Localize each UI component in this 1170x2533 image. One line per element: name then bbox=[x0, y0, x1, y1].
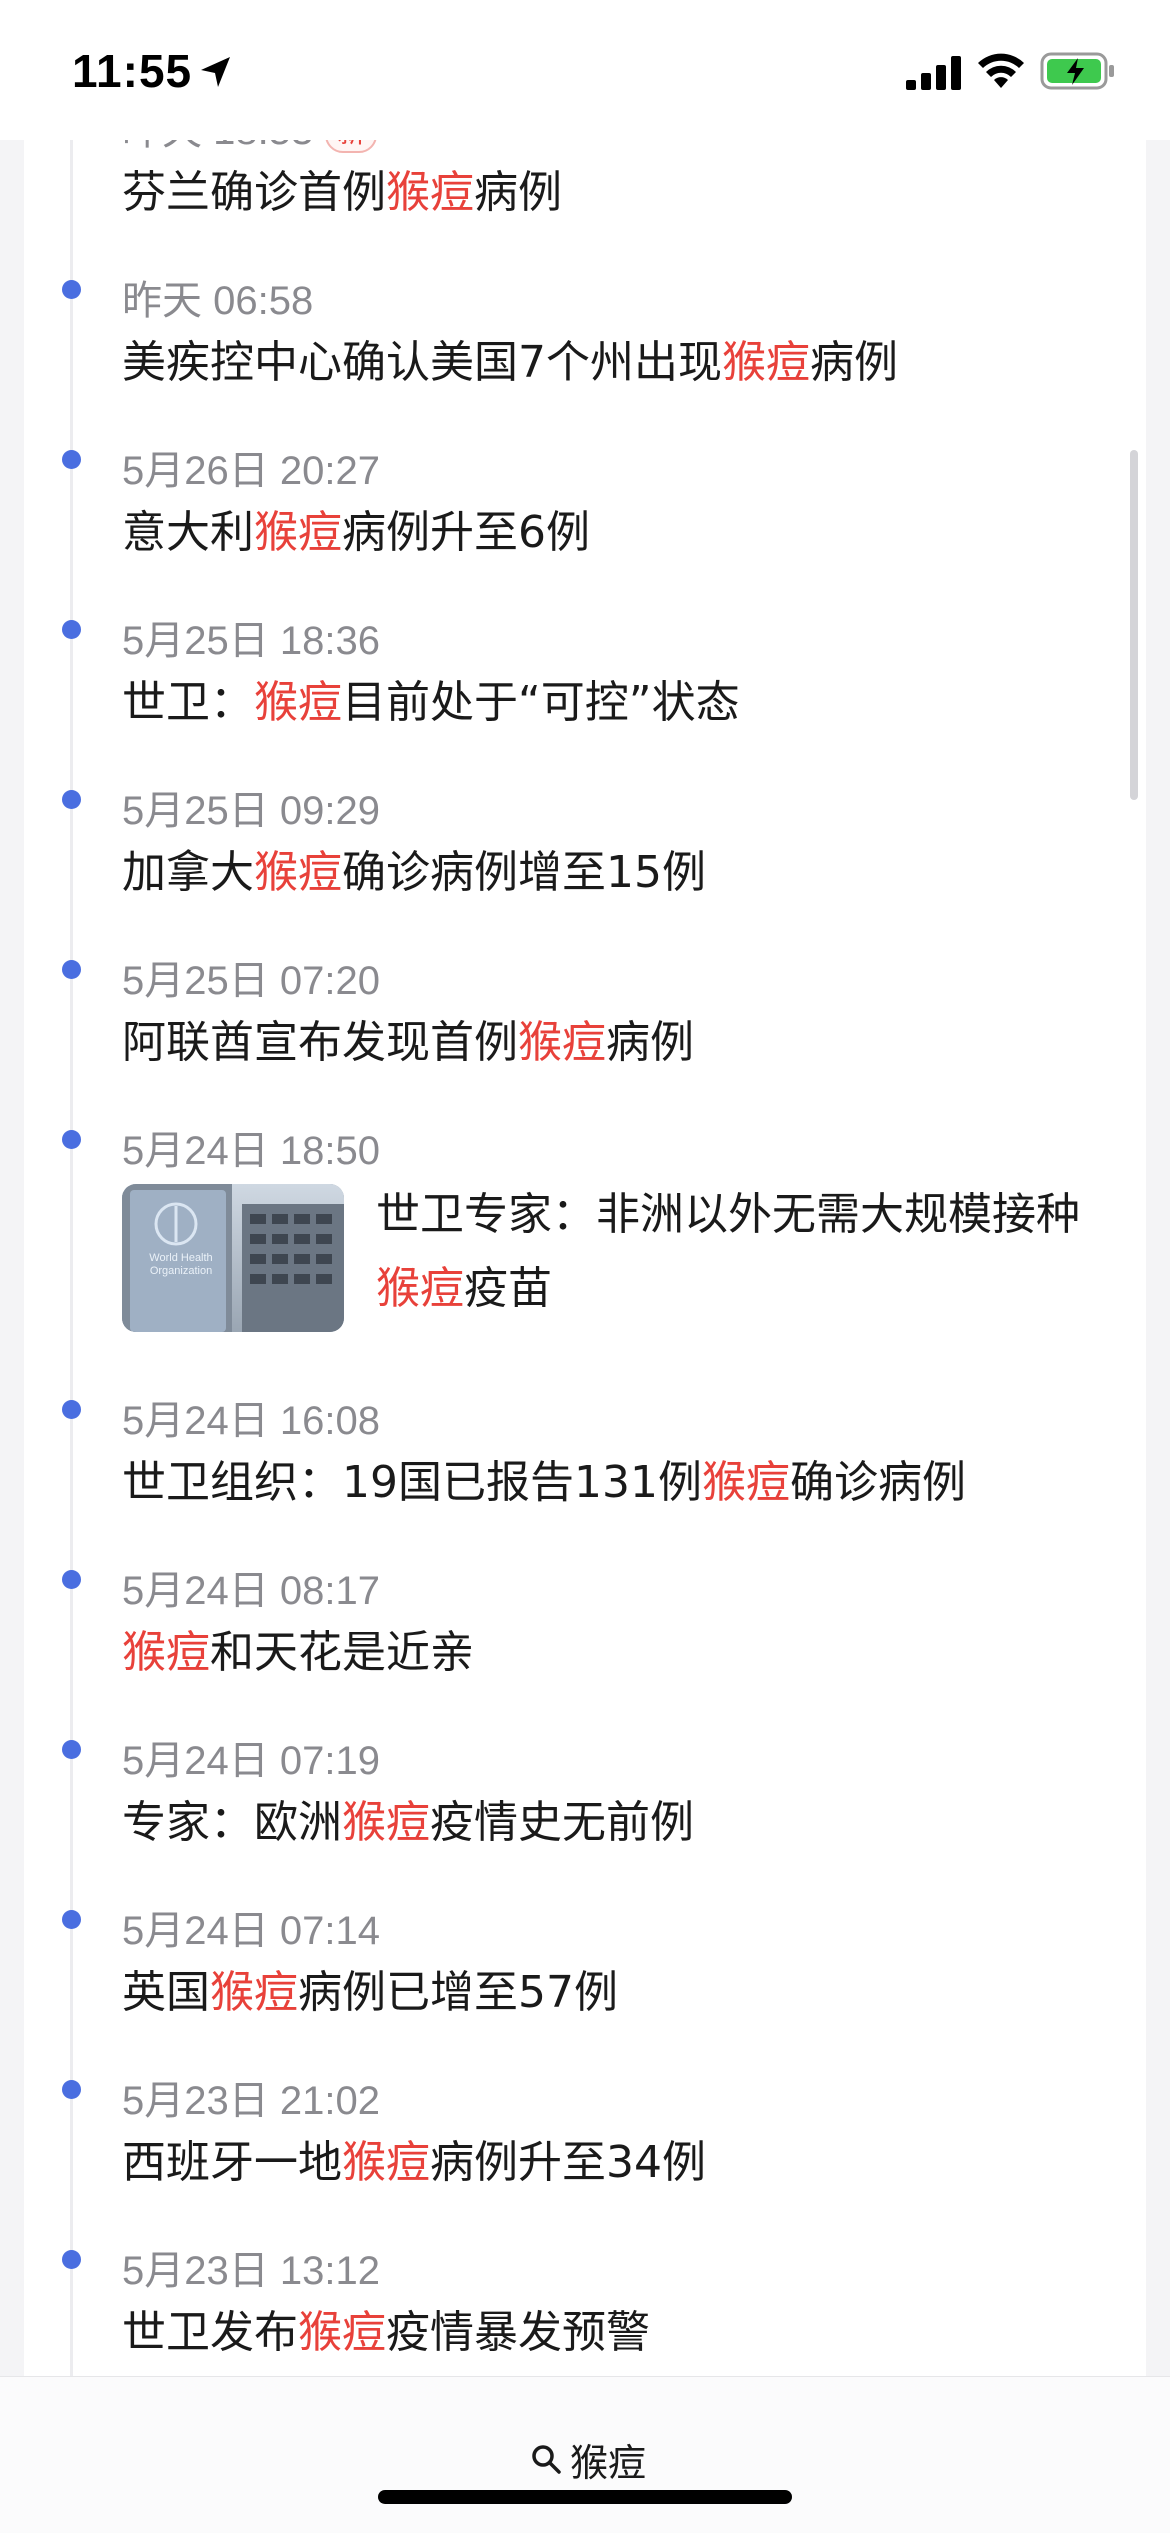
news-title[interactable]: 世卫发布猴痘疫情暴发预警 bbox=[122, 2296, 650, 2360]
keyword-highlight: 猴痘 bbox=[518, 1017, 606, 1068]
keyword-highlight: 猴痘 bbox=[254, 677, 342, 728]
battery-charging-icon bbox=[1040, 52, 1114, 90]
news-time: 5月25日 07:20 bbox=[122, 959, 380, 1003]
title-text: 意大利 bbox=[122, 507, 254, 558]
search-icon bbox=[532, 2445, 561, 2474]
thumbnail-caption: World Health Organization bbox=[149, 1252, 213, 1277]
title-text: 病例已增至57例 bbox=[298, 1967, 618, 2018]
search-label: 猴痘 bbox=[570, 2440, 647, 2485]
news-title[interactable]: 世卫组织：19国已报告131例猴痘确诊病例 bbox=[122, 1446, 966, 1510]
keyword-highlight: 猴痘 bbox=[210, 1967, 298, 2018]
news-time: 昨天 18:53新 bbox=[122, 140, 378, 156]
title-text: 确诊病例增至15例 bbox=[342, 847, 706, 898]
news-title[interactable]: 世卫专家：非洲以外无需大规模接种猴痘疫苗 bbox=[376, 1178, 1116, 1326]
timeline-dot bbox=[62, 1910, 81, 1929]
timeline-dot bbox=[62, 2250, 81, 2269]
news-title[interactable]: 芬兰确诊首例猴痘病例 bbox=[122, 156, 562, 220]
timeline-dot bbox=[62, 1400, 81, 1419]
title-text: 专家：欧洲 bbox=[122, 1797, 342, 1848]
title-text: 和天花是近亲 bbox=[210, 1627, 474, 1678]
title-text: 世卫组织：19国已报告131例 bbox=[122, 1457, 702, 1508]
news-time: 5月23日 21:02 bbox=[122, 2079, 380, 2123]
news-time: 5月24日 18:50 bbox=[122, 1129, 380, 1173]
timeline-dot bbox=[62, 1570, 81, 1589]
timeline-dot bbox=[62, 1130, 81, 1149]
news-time: 5月26日 20:27 bbox=[122, 449, 380, 493]
title-text: 疫情史无前例 bbox=[430, 1797, 694, 1848]
news-title[interactable]: 意大利猴痘病例升至6例 bbox=[122, 496, 590, 560]
title-text: 确诊病例 bbox=[789, 1457, 966, 1508]
title-text: 疫情暴发预警 bbox=[386, 2307, 650, 2358]
news-title[interactable]: 西班牙一地猴痘病例升至34例 bbox=[122, 2126, 706, 2190]
title-text: 病例 bbox=[810, 337, 898, 388]
news-time: 5月24日 07:14 bbox=[122, 1909, 380, 1953]
news-time: 5月25日 18:36 bbox=[122, 619, 380, 663]
news-time: 5月24日 16:08 bbox=[122, 1399, 380, 1443]
search-button[interactable]: 猴痘 bbox=[530, 2429, 646, 2489]
new-badge: 新 bbox=[325, 140, 378, 154]
keyword-highlight: 猴痘 bbox=[122, 1627, 210, 1678]
title-text: 西班牙一地 bbox=[122, 2137, 342, 2188]
news-title[interactable]: 美疾控中心确认美国7个州出现猴痘病例 bbox=[122, 326, 898, 390]
keyword-highlight: 猴痘 bbox=[376, 1263, 464, 1314]
timeline-line bbox=[70, 140, 73, 2376]
scrollbar[interactable] bbox=[1130, 450, 1138, 800]
title-text: 美疾控中心确认美国7个州出现 bbox=[122, 337, 722, 388]
keyword-highlight: 猴痘 bbox=[722, 337, 810, 388]
timeline-dot bbox=[62, 790, 81, 809]
news-title[interactable]: 加拿大猴痘确诊病例增至15例 bbox=[122, 836, 706, 900]
wifi-icon bbox=[978, 53, 1024, 88]
news-time: 5月24日 07:19 bbox=[122, 1739, 380, 1783]
title-text: 目前处于“可控”状态 bbox=[342, 677, 740, 728]
title-text: 病例升至6例 bbox=[342, 507, 590, 558]
news-title[interactable]: 英国猴痘病例已增至57例 bbox=[122, 1956, 618, 2020]
news-time: 5月23日 13:12 bbox=[122, 2249, 380, 2293]
keyword-highlight: 猴痘 bbox=[298, 2307, 386, 2358]
title-text: 世卫发布 bbox=[122, 2307, 298, 2358]
title-text: 病例 bbox=[606, 1017, 694, 1068]
timeline-dot bbox=[62, 960, 81, 979]
news-time: 5月25日 09:29 bbox=[122, 789, 380, 833]
title-text: 世卫专家：非洲以外无需大规模接种 bbox=[376, 1189, 1080, 1240]
news-timeline[interactable]: 昨天 18:53新芬兰确诊首例猴痘病例昨天 06:58美疾控中心确认美国7个州出… bbox=[24, 140, 1146, 2376]
title-text: 芬兰确诊首例 bbox=[122, 167, 386, 218]
status-bar: 11:55 bbox=[0, 0, 1170, 140]
news-title[interactable]: 专家：欧洲猴痘疫情史无前例 bbox=[122, 1786, 694, 1850]
keyword-highlight: 猴痘 bbox=[342, 2137, 430, 2188]
title-text: 疫苗 bbox=[464, 1263, 552, 1314]
timeline-dot bbox=[62, 1740, 81, 1759]
timeline-dot bbox=[62, 2080, 81, 2099]
location-arrow-icon bbox=[201, 57, 230, 87]
news-title[interactable]: 阿联酋宣布发现首例猴痘病例 bbox=[122, 1006, 694, 1070]
status-time: 11:55 bbox=[72, 45, 193, 97]
title-text: 病例 bbox=[474, 167, 562, 218]
keyword-highlight: 猴痘 bbox=[342, 1797, 430, 1848]
title-text: 病例升至34例 bbox=[430, 2137, 706, 2188]
keyword-highlight: 猴痘 bbox=[701, 1457, 790, 1508]
timeline-dot bbox=[62, 280, 81, 299]
title-text: 英国 bbox=[122, 1967, 210, 2018]
bottom-bar: 猴痘 bbox=[0, 2376, 1170, 2533]
news-time: 昨天 06:58 bbox=[122, 279, 314, 323]
title-text: 阿联酋宣布发现首例 bbox=[122, 1017, 518, 1068]
keyword-highlight: 猴痘 bbox=[254, 507, 342, 558]
keyword-highlight: 猴痘 bbox=[254, 847, 342, 898]
cellular-signal-icon bbox=[906, 56, 961, 90]
timeline-dot bbox=[62, 620, 81, 639]
title-text: 世卫： bbox=[122, 677, 254, 728]
timeline-dot bbox=[62, 450, 81, 469]
news-title[interactable]: 世卫：猴痘目前处于“可控”状态 bbox=[122, 666, 740, 730]
news-thumbnail[interactable]: World Health Organization bbox=[122, 1184, 344, 1332]
news-title[interactable]: 猴痘和天花是近亲 bbox=[122, 1616, 474, 1680]
title-text: 加拿大 bbox=[122, 847, 254, 898]
keyword-highlight: 猴痘 bbox=[386, 167, 474, 218]
home-indicator bbox=[378, 2490, 792, 2504]
news-time: 5月24日 08:17 bbox=[122, 1569, 380, 1613]
